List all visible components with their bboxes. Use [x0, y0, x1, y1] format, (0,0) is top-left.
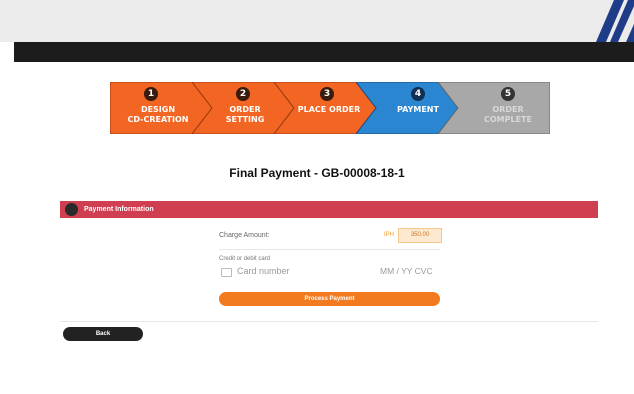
step-number-badge: 4: [411, 87, 425, 101]
step-number-badge: 5: [501, 87, 515, 101]
card-section-label: Credit or debit card: [219, 256, 271, 262]
payment-info-title: Payment Information: [84, 206, 154, 213]
step-number-badge: 3: [320, 87, 334, 101]
section-icon: [65, 203, 78, 216]
step-order-complete[interactable]: 5 ORDER COMPLETE: [438, 82, 550, 134]
back-button[interactable]: Back: [63, 327, 143, 341]
payment-info-header: Payment Information: [60, 201, 598, 218]
step-label: ORDER SETTING: [225, 105, 265, 124]
charge-amount-value: 350.00: [398, 228, 442, 243]
top-dark-bar: [14, 42, 634, 62]
top-banner: [0, 0, 634, 42]
step-number-badge: 1: [144, 87, 158, 101]
charge-amount-label: Charge Amount:: [219, 232, 270, 239]
divider: [60, 321, 598, 322]
progress-steps: 1 DESIGN CD-CREATION 2 ORDER SETTING 3 P…: [110, 82, 550, 134]
logo-stripes-icon: [596, 0, 634, 42]
step-label: ORDER COMPLETE: [484, 105, 532, 124]
currency-label: IPH: [384, 232, 395, 238]
step-number-badge: 2: [236, 87, 250, 101]
card-number-input[interactable]: Card number: [237, 266, 290, 276]
divider: [219, 249, 440, 250]
expiry-cvc-input[interactable]: MM / YY CVC: [380, 266, 433, 276]
page-title: Final Payment - GB-00008-18-1: [229, 166, 405, 180]
process-payment-button[interactable]: Process Payment: [219, 292, 440, 306]
credit-card-icon: [221, 268, 232, 277]
